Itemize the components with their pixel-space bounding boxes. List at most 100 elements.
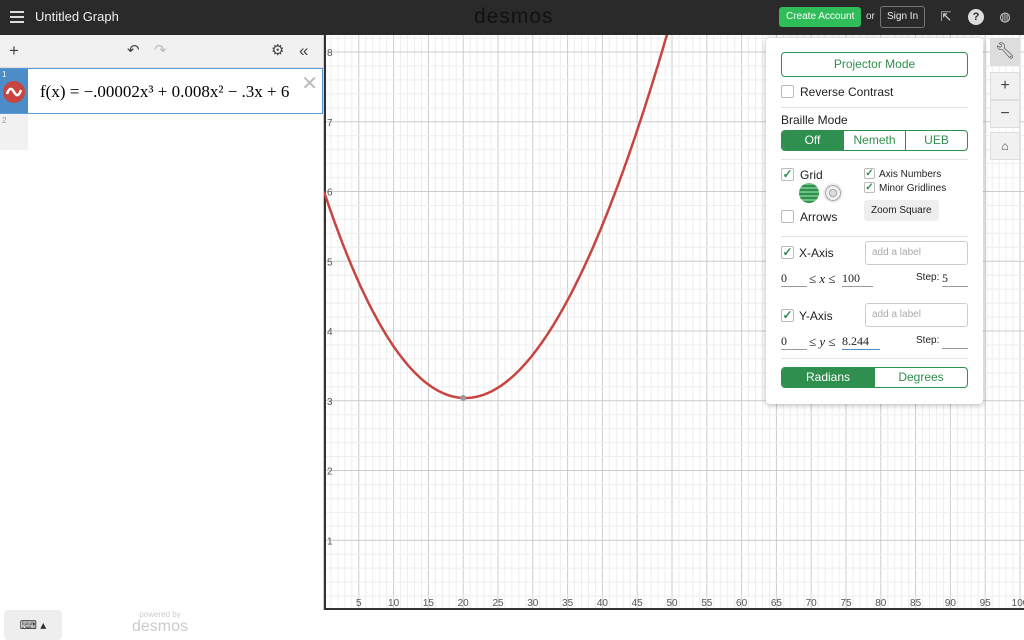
y-tick-label: 6: [327, 188, 333, 199]
x-max-input[interactable]: 100: [842, 271, 873, 287]
powered-by-text: powered by: [139, 610, 181, 619]
globe-icon[interactable]: ◍: [997, 9, 1013, 25]
create-account-button[interactable]: Create Account: [779, 7, 862, 27]
y-step-input[interactable]: [942, 334, 968, 349]
y-axis-checkbox[interactable]: ✓: [781, 309, 794, 322]
gear-icon[interactable]: ⚙: [271, 41, 284, 59]
y-tick-label: 7: [327, 118, 333, 129]
grid-checkbox[interactable]: ✓: [781, 168, 794, 181]
x-tick-label: 85: [910, 598, 922, 609]
x-tick-label: 100: [1012, 598, 1024, 609]
braille-off-option[interactable]: Off: [782, 131, 843, 150]
projector-mode-button[interactable]: Projector Mode: [781, 52, 968, 77]
y-tick-label: 3: [327, 397, 333, 408]
x-tick-label: 60: [736, 598, 748, 609]
share-icon[interactable]: ⇱: [938, 9, 954, 25]
x-axis-checkbox[interactable]: ✓: [781, 246, 794, 259]
arrows-checkbox[interactable]: [781, 210, 794, 223]
degrees-option[interactable]: Degrees: [874, 368, 967, 387]
grid-label: Grid: [800, 168, 823, 182]
minor-gridlines-label: Minor Gridlines: [879, 183, 947, 194]
x-min-input[interactable]: 0: [781, 271, 807, 287]
x-tick-label: 80: [875, 598, 887, 609]
graph-color-icon[interactable]: [3, 81, 25, 103]
cartesian-grid-icon[interactable]: [799, 183, 819, 203]
zoom-in-button[interactable]: +: [990, 72, 1020, 100]
x-tick-label: 65: [771, 598, 783, 609]
keyboard-toggle-button[interactable]: ⌨ ▴: [4, 610, 62, 640]
powered-by-brand: desmos: [132, 618, 189, 635]
braille-mode-toggle: Off Nemeth UEB: [781, 130, 968, 151]
y-axis-label: Y-Axis: [799, 309, 833, 323]
expression-index: 2: [2, 116, 7, 125]
x-tick-label: 50: [666, 598, 678, 609]
collapse-panel-icon[interactable]: «: [299, 41, 308, 61]
expression-toolbar: + ↶ ↷ ⚙ «: [0, 35, 323, 68]
graph-settings-popover: Projector Mode Reverse Contrast Braille …: [766, 38, 983, 404]
graph-title[interactable]: Untitled Graph: [35, 9, 119, 24]
x-tick-label: 20: [458, 598, 470, 609]
top-bar: Untitled Graph desmos Create Account or …: [0, 0, 1024, 35]
x-step-label: Step:: [916, 272, 940, 283]
axis-numbers-checkbox[interactable]: ✓: [864, 168, 875, 179]
zoom-square-button[interactable]: Zoom Square: [864, 200, 939, 221]
angle-mode-toggle: Radians Degrees: [781, 367, 968, 388]
undo-icon[interactable]: ↶: [127, 41, 140, 59]
arrows-label: Arrows: [800, 210, 838, 224]
x-step-input[interactable]: 5: [942, 271, 968, 287]
y-min-input[interactable]: 0: [781, 334, 807, 350]
y-range-text: ≤ y ≤: [809, 334, 836, 349]
y-tick-label: 8: [327, 48, 333, 59]
x-tick-label: 70: [806, 598, 818, 609]
y-step-label: Step:: [916, 335, 940, 346]
axis-numbers-label: Axis Numbers: [879, 169, 942, 180]
expression-math[interactable]: f(x) = −.00002x³ + 0.008x² − .3x + 6: [28, 69, 289, 113]
menu-icon[interactable]: [10, 11, 24, 23]
y-axis-label-input[interactable]: add a label: [865, 303, 968, 327]
expression-index: 1: [2, 70, 7, 79]
polar-grid-icon[interactable]: [823, 183, 843, 203]
y-tick-label: 4: [327, 327, 333, 338]
radians-option[interactable]: Radians: [782, 368, 874, 387]
expression-panel: + ↶ ↷ ⚙ « 1 f(x) = −.00002x³ + 0.008x² −…: [0, 35, 324, 640]
x-tick-label: 25: [492, 598, 504, 609]
x-tick-label: 35: [562, 598, 574, 609]
redo-icon[interactable]: ↷: [154, 41, 167, 59]
wrench-icon[interactable]: 🔧︎: [990, 38, 1020, 66]
x-tick-label: 15: [423, 598, 435, 609]
y-tick-label: 1: [327, 536, 333, 547]
x-tick-label: 5: [356, 598, 362, 609]
desmos-logo: desmos: [474, 5, 554, 28]
x-tick-label: 30: [527, 598, 539, 609]
minimum-point: [460, 394, 467, 401]
x-tick-label: 90: [945, 598, 957, 609]
help-icon[interactable]: ?: [968, 9, 984, 25]
y-max-input[interactable]: 8.244: [842, 334, 880, 350]
expression-item-empty[interactable]: 2: [0, 114, 28, 150]
expression-item[interactable]: 1 f(x) = −.00002x³ + 0.008x² − .3x + 6 ✕: [0, 68, 323, 114]
sign-in-button[interactable]: Sign In: [880, 6, 926, 28]
home-icon[interactable]: ⌂: [990, 132, 1020, 160]
braille-ueb-option[interactable]: UEB: [905, 131, 967, 150]
minor-gridlines-checkbox[interactable]: ✓: [864, 182, 875, 193]
x-axis-label-input[interactable]: add a label: [865, 241, 968, 265]
delete-expression-icon[interactable]: ✕: [301, 71, 318, 96]
reverse-contrast-checkbox[interactable]: [781, 85, 794, 98]
braille-mode-label: Braille Mode: [781, 113, 848, 127]
y-tick-label: 2: [327, 467, 333, 478]
x-tick-label: 95: [980, 598, 992, 609]
x-tick-label: 55: [701, 598, 713, 609]
zoom-out-button[interactable]: −: [990, 100, 1020, 128]
x-tick-label: 45: [632, 598, 644, 609]
x-tick-label: 40: [597, 598, 609, 609]
graph-tools: 🔧︎ + − ⌂: [990, 38, 1020, 160]
add-item-icon[interactable]: +: [9, 41, 19, 61]
powered-by-desmos: powered by desmos: [132, 610, 188, 635]
x-range-text: ≤ x ≤: [809, 271, 836, 286]
x-axis-label: X-Axis: [799, 246, 834, 260]
reverse-contrast-label: Reverse Contrast: [800, 85, 894, 99]
braille-nemeth-option[interactable]: Nemeth: [843, 131, 905, 150]
x-tick-label: 75: [840, 598, 852, 609]
y-tick-label: 5: [327, 257, 333, 268]
or-text: or: [866, 11, 875, 22]
